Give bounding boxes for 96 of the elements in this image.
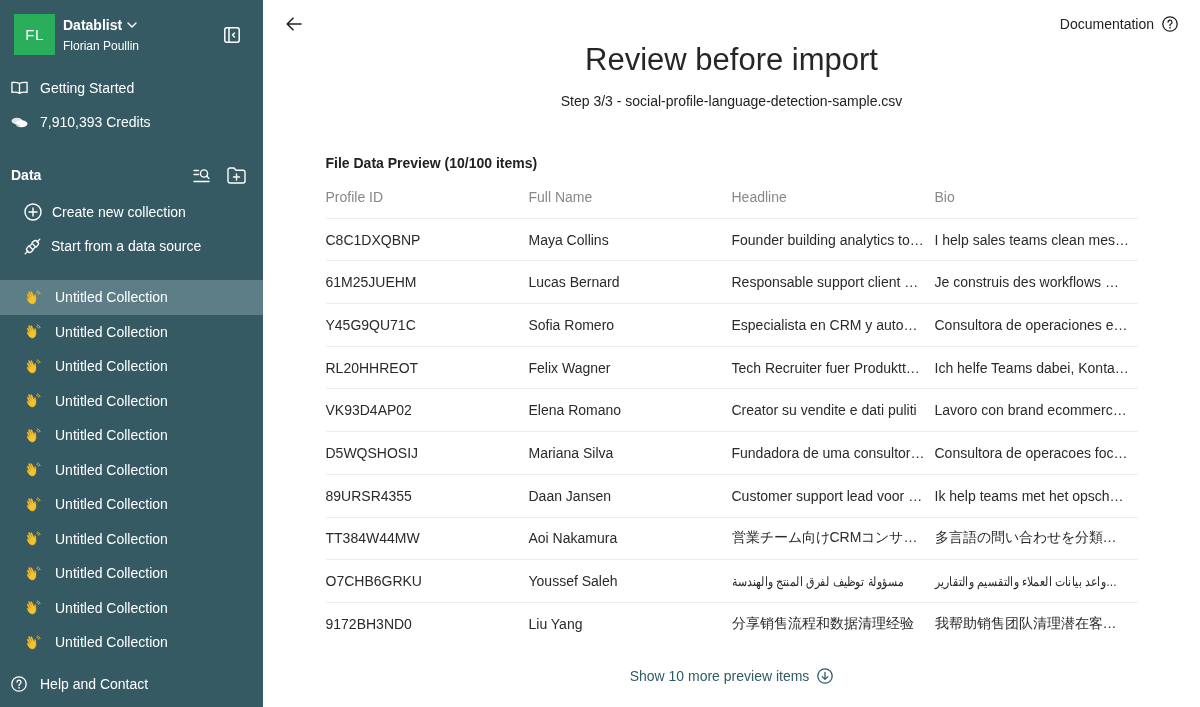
table-cell: Responsable support client …	[731, 274, 919, 291]
table-cell: 多言語の問い合わせを分類…	[934, 529, 1117, 548]
table-cell: Especialista en CRM y auto…	[731, 316, 918, 333]
column-header: Full Name	[528, 188, 593, 205]
table-cell: 61M25JUEHM	[325, 274, 417, 291]
data-source-link[interactable]: Start from a data source	[0, 229, 202, 263]
table-cell: Consultora de operacoes foc…	[934, 444, 1128, 461]
table-cell: VK93D4AP02	[325, 402, 412, 419]
create-collection-link[interactable]: Create new collection	[0, 195, 186, 229]
table-cell: I help sales teams clean mes…	[934, 231, 1130, 248]
waving-hand-icon	[26, 531, 41, 547]
list-search-icon	[193, 167, 210, 183]
table-cell: Consultora de operaciones e…	[934, 316, 1128, 333]
waving-hand-icon	[26, 324, 41, 340]
getting-started-link[interactable]: Getting Started	[0, 71, 135, 105]
help-link[interactable]: Help and Contact	[0, 667, 149, 701]
waving-hand-icon	[26, 565, 41, 581]
table-cell: Je construis des workflows …	[934, 274, 1119, 291]
credits-link[interactable]: 7,910,393 Credits	[0, 105, 151, 139]
collection-item[interactable]: Untitled Collection	[0, 590, 263, 625]
avatar: FL	[14, 14, 55, 55]
help-icon	[11, 676, 27, 692]
collection-item[interactable]: Untitled Collection	[0, 452, 263, 487]
table-cell: Customer support lead voor …	[731, 487, 923, 504]
table-cell: Sofia Romero	[528, 316, 615, 333]
book-icon	[11, 81, 28, 95]
table-cell: Founder building analytics to…	[731, 231, 924, 248]
table-cell: C8C1DXQBNP	[325, 231, 421, 248]
waving-hand-icon	[26, 634, 41, 650]
help-icon	[1162, 16, 1178, 32]
table-cell: Youssef Saleh	[528, 573, 618, 590]
collection-item[interactable]: Untitled Collection	[0, 521, 263, 556]
table-cell: 89URSR4355	[325, 487, 412, 504]
table-cell: 分享销售流程和数据清理经验	[731, 614, 914, 633]
plug-icon	[24, 237, 41, 255]
sidebar-panel-icon	[224, 26, 240, 43]
column-header: Headline	[731, 188, 787, 205]
collection-item[interactable]: Untitled Collection	[0, 418, 263, 453]
workspace-switcher[interactable]: Datablist	[63, 16, 138, 34]
waving-hand-icon	[26, 289, 41, 305]
page-title: Review before import	[584, 42, 879, 78]
folder-plus-icon	[227, 166, 246, 184]
waving-hand-icon	[26, 462, 41, 478]
collapse-sidebar-button[interactable]	[224, 26, 240, 43]
user-name: Florian Poullin	[63, 38, 140, 53]
back-button[interactable]	[285, 15, 303, 33]
collection-item[interactable]: Untitled Collection	[0, 314, 263, 349]
table-cell: Liu Yang	[528, 615, 583, 632]
chevron-down-icon	[127, 22, 138, 28]
table-cell: Daan Jansen	[528, 487, 611, 504]
collection-item[interactable]: Untitled Collection	[0, 383, 263, 418]
column-header: Bio	[934, 188, 955, 205]
table-cell: Tech Recruiter fuer Produktt…	[731, 359, 920, 376]
collection-item[interactable]: Untitled Collection	[0, 280, 263, 315]
plus-circle-icon	[24, 203, 42, 221]
documentation-link[interactable]: Documentation	[1059, 16, 1178, 32]
search-collections-button[interactable]	[193, 167, 210, 183]
table-cell: …واعد بيانات العملاء والتقسيم والتقارير	[934, 574, 1117, 590]
section-heading: Data	[11, 167, 42, 183]
table-cell: O7CHB6GRKU	[325, 573, 422, 590]
arrow-left-icon	[286, 17, 302, 31]
table-cell: D5WQSHOSIJ	[325, 444, 419, 461]
table-cell: Lavoro con brand ecommerc…	[934, 402, 1127, 419]
table-cell: TT384W44MW	[325, 530, 420, 547]
new-folder-button[interactable]	[227, 166, 246, 184]
table-cell: 営業チーム向けCRMコンサ…	[731, 529, 918, 548]
coins-icon	[11, 116, 28, 128]
table-cell: Creator su vendite e dati puliti	[731, 402, 917, 419]
table-cell: Y45G9QU71C	[325, 316, 416, 333]
table-cell: Elena Romano	[528, 402, 622, 419]
table-cell: Aoi Nakamura	[528, 530, 618, 547]
table-cell: Felix Wagner	[528, 359, 611, 376]
waving-hand-icon	[26, 358, 41, 374]
collection-item[interactable]: Untitled Collection	[0, 349, 263, 384]
waving-hand-icon	[26, 496, 41, 512]
collection-item[interactable]: Untitled Collection	[0, 625, 263, 660]
waving-hand-icon	[26, 600, 41, 616]
table-cell: Fundadora de uma consultor…	[731, 444, 925, 461]
show-more-button[interactable]: Show 10 more preview items	[629, 665, 834, 686]
table-cell: Ich helfe Teams dabei, Konta…	[934, 359, 1129, 376]
waving-hand-icon	[26, 393, 41, 409]
step-subtitle: Step 3/3 - social-profile-language-detection-sample.csv	[559, 92, 904, 110]
collection-item[interactable]: Untitled Collection	[0, 556, 263, 591]
table-cell: RL20HHREOT	[325, 359, 419, 376]
table-cell: Maya Collins	[528, 231, 609, 248]
table-cell: Mariana Silva	[528, 444, 614, 461]
collection-item[interactable]: Untitled Collection	[0, 487, 263, 522]
table-cell: Ik help teams met het opsch…	[934, 487, 1124, 504]
table-cell: مسؤولة توظيف لفرق المنتج والهندسة	[731, 574, 904, 590]
waving-hand-icon	[26, 427, 41, 443]
table-cell: 我帮助销售团队清理潜在客…	[934, 614, 1117, 633]
table-cell: 9172BH3ND0	[325, 615, 412, 632]
table-cell: Lucas Bernard	[528, 274, 620, 291]
column-header: Profile ID	[325, 188, 384, 205]
preview-caption: File Data Preview (10/100 items)	[325, 154, 539, 172]
arrow-down-circle-icon	[817, 667, 834, 684]
